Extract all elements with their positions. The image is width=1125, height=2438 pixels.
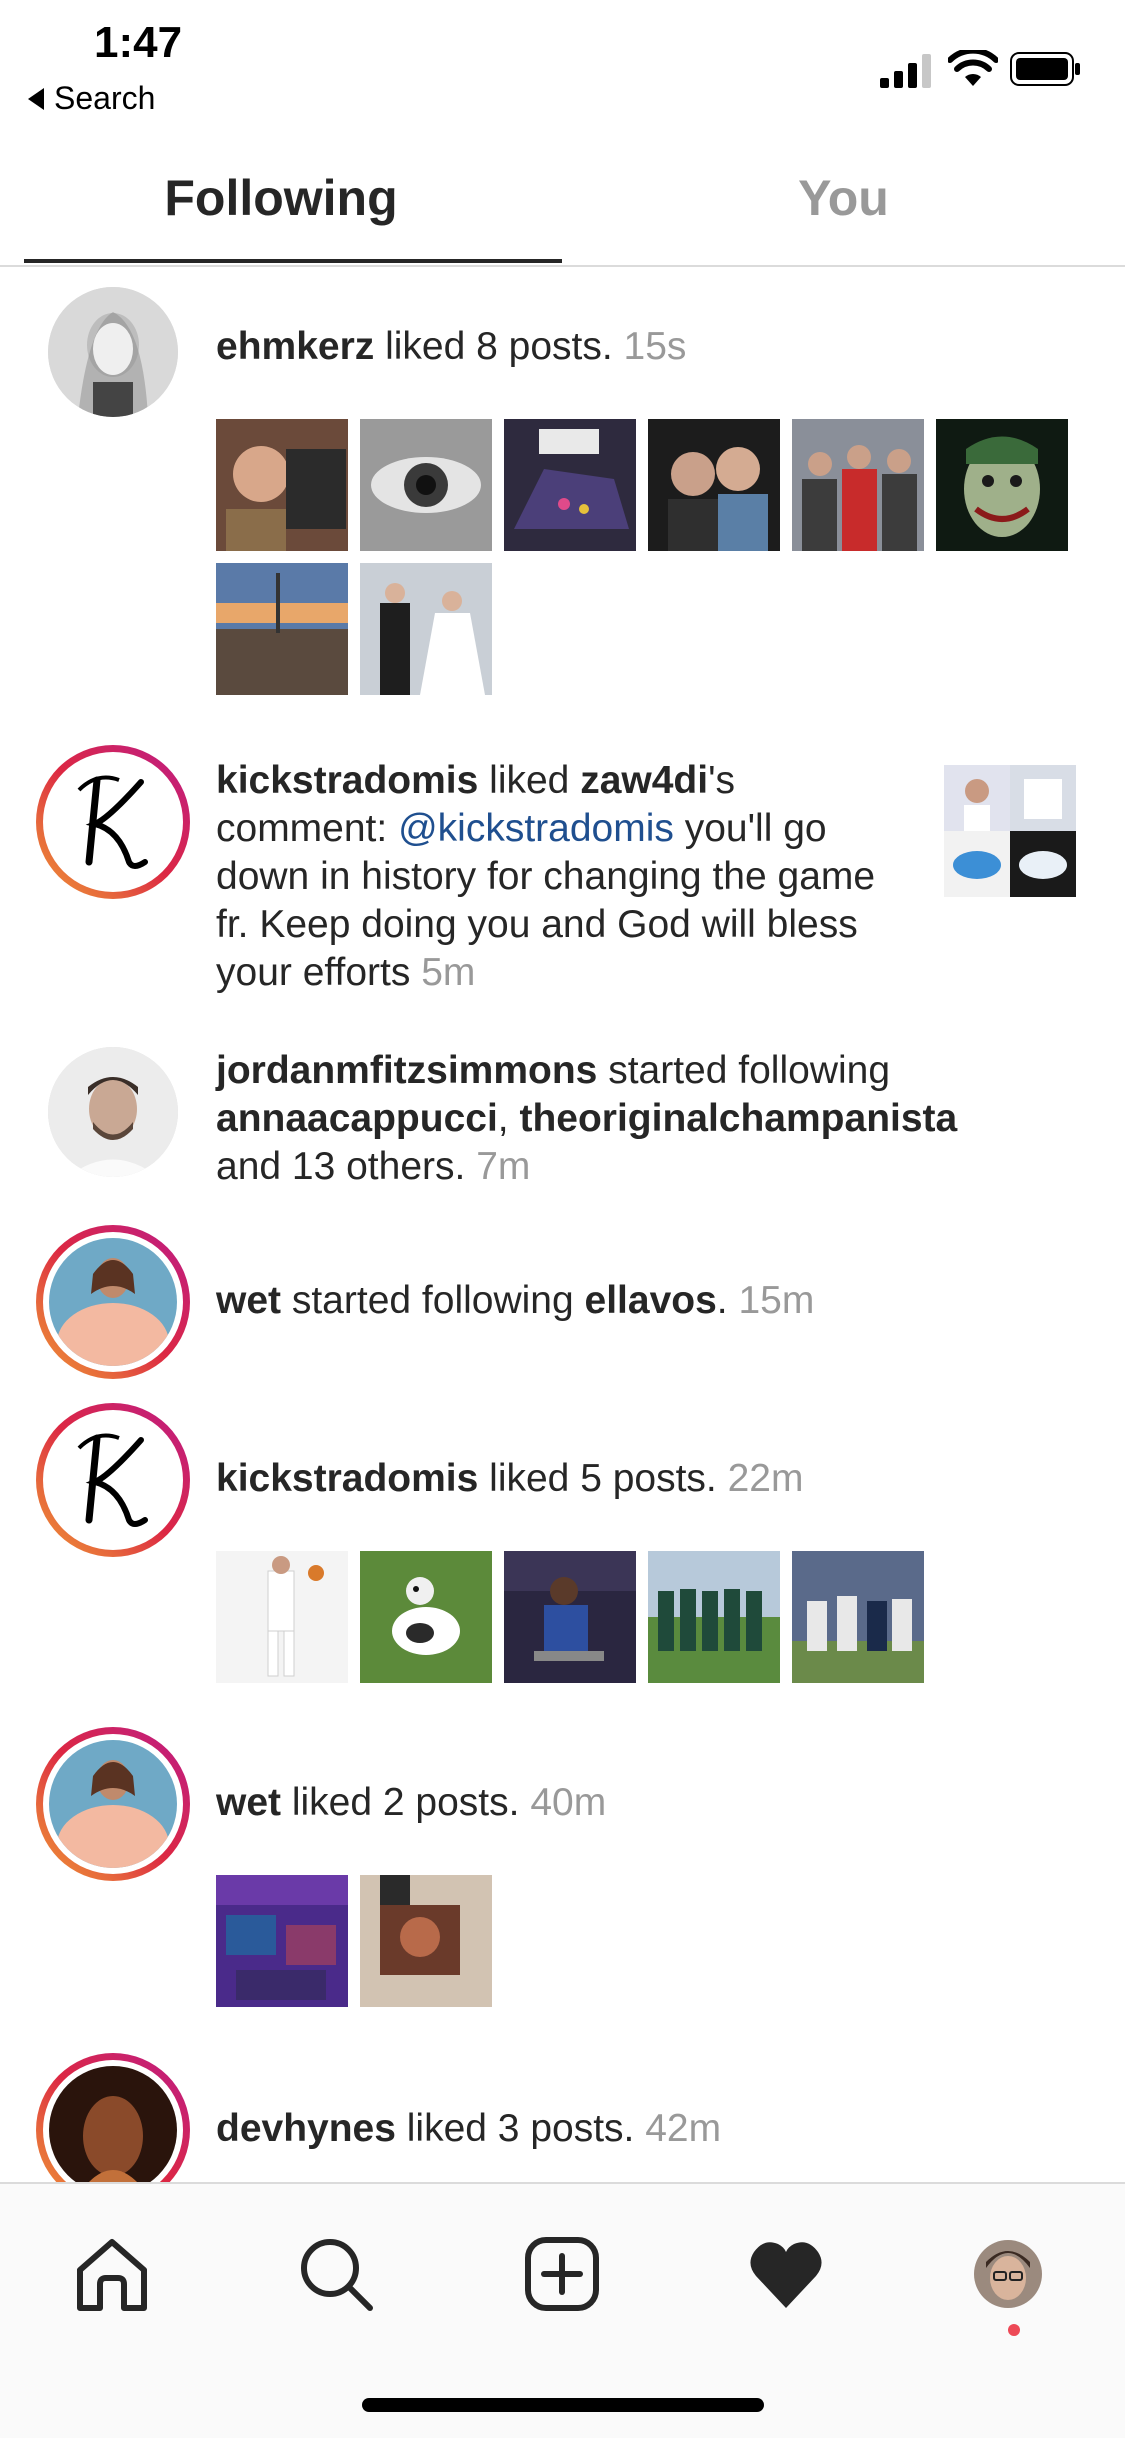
post-thumbnail[interactable] xyxy=(504,1551,636,1683)
activity-heart-icon[interactable] xyxy=(746,2234,826,2314)
activity-text: jordanmfitzsimmons started following ann… xyxy=(216,1049,958,1188)
avatar-jordanmfitzsimmons[interactable] xyxy=(48,1047,178,1177)
timestamp: 22m xyxy=(727,1457,804,1500)
username[interactable]: kickstradomis xyxy=(216,759,478,802)
post-thumbnail[interactable] xyxy=(216,419,348,551)
timestamp: 42m xyxy=(645,2107,722,2150)
active-tab-indicator xyxy=(24,259,562,263)
activity-text: kickstradomis liked 5 posts. 22m xyxy=(216,1457,804,1500)
liked-posts-grid xyxy=(216,1551,1096,1683)
comment-author[interactable]: zaw4di xyxy=(580,759,708,802)
activity-text: wet liked 2 posts. 40m xyxy=(216,1781,607,1824)
username[interactable]: wet xyxy=(216,1279,281,1322)
battery-icon xyxy=(1010,52,1080,86)
back-arrow-icon xyxy=(28,87,44,110)
username[interactable]: devhynes xyxy=(216,2107,396,2150)
post-thumbnail[interactable] xyxy=(216,1551,348,1683)
tab-following[interactable]: Following xyxy=(0,130,562,265)
activity-text: devhynes liked 3 posts. 42m xyxy=(216,2107,722,2150)
home-indicator[interactable] xyxy=(362,2398,764,2412)
tab-you[interactable]: You xyxy=(562,130,1125,265)
post-thumbnail[interactable] xyxy=(216,563,348,695)
timestamp: 5m xyxy=(421,951,476,994)
home-icon[interactable] xyxy=(72,2234,152,2314)
avatar-ehmkerz[interactable] xyxy=(48,287,178,417)
followed-user[interactable]: ellavos xyxy=(585,1279,717,1322)
activity-text: wet started following ellavos. 15m xyxy=(216,1279,815,1322)
wifi-icon xyxy=(948,50,998,86)
k-logo-icon xyxy=(49,1416,177,1544)
avatar-kickstradomis[interactable] xyxy=(36,745,190,899)
liked-posts-grid xyxy=(216,419,1096,695)
avatar-photo xyxy=(48,287,178,417)
username[interactable]: kickstradomis xyxy=(216,1457,478,1500)
post-thumbnail[interactable] xyxy=(360,1551,492,1683)
liked-posts-grid xyxy=(216,1875,1096,2007)
k-logo-icon xyxy=(49,758,177,886)
post-thumbnail[interactable] xyxy=(792,1551,924,1683)
profile-avatar[interactable] xyxy=(972,2238,1044,2310)
username[interactable]: ehmkerz xyxy=(216,325,374,368)
notification-dot xyxy=(1008,2324,1020,2336)
activity-feed[interactable]: ehmkerz liked 8 posts. 15s kickstradomis… xyxy=(0,267,1125,2182)
avatar-photo xyxy=(49,2066,177,2182)
avatar-photo xyxy=(49,1238,177,1366)
followed-user[interactable]: annaacappucci xyxy=(216,1097,498,1140)
followed-user[interactable]: theoriginalchampanista xyxy=(519,1097,957,1140)
cellular-signal-icon xyxy=(880,54,931,88)
post-thumbnail[interactable] xyxy=(360,563,492,695)
activity-text: kickstradomis liked zaw4di's comment: @k… xyxy=(216,759,876,994)
avatar-kickstradomis[interactable] xyxy=(36,1403,190,1557)
action-text: liked 8 posts. xyxy=(374,325,624,368)
avatar-devhynes[interactable] xyxy=(36,2053,190,2182)
post-thumbnail[interactable] xyxy=(648,1551,780,1683)
new-post-icon[interactable] xyxy=(522,2234,602,2314)
post-thumbnail[interactable] xyxy=(936,419,1068,551)
back-to-search-button[interactable]: Search xyxy=(28,80,155,117)
post-thumbnail[interactable] xyxy=(648,419,780,551)
timestamp: 15m xyxy=(738,1279,815,1322)
username[interactable]: wet xyxy=(216,1781,281,1824)
post-thumbnail[interactable] xyxy=(792,419,924,551)
activity-tabs: Following You xyxy=(0,130,1125,267)
activity-text: ehmkerz liked 8 posts. 15s xyxy=(216,323,686,371)
post-thumbnail[interactable] xyxy=(360,419,492,551)
timestamp: 40m xyxy=(530,1781,607,1824)
post-thumbnail[interactable] xyxy=(360,1875,492,2007)
back-label: Search xyxy=(54,80,156,116)
post-thumbnail[interactable] xyxy=(216,1875,348,2007)
avatar-wet[interactable] xyxy=(36,1225,190,1379)
avatar-wet[interactable] xyxy=(36,1727,190,1881)
clock: 1:47 xyxy=(94,18,183,67)
status-bar: 1:47 Search xyxy=(0,0,1125,130)
post-thumbnail[interactable] xyxy=(504,419,636,551)
timestamp: 7m xyxy=(476,1145,531,1188)
search-icon[interactable] xyxy=(296,2234,376,2314)
mention-link[interactable]: @kickstradomis xyxy=(398,807,674,850)
avatar-photo xyxy=(48,1047,178,1177)
timestamp: 15s xyxy=(623,325,687,368)
avatar-photo xyxy=(49,1740,177,1868)
post-thumbnail[interactable] xyxy=(944,765,1076,897)
username[interactable]: jordanmfitzsimmons xyxy=(216,1049,597,1092)
